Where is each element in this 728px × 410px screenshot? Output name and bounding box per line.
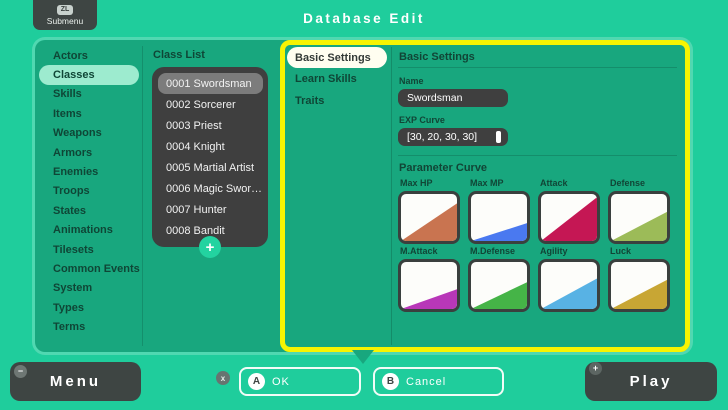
sidebar-item-troops[interactable]: Troops — [35, 182, 142, 201]
m-attack-curve-card[interactable] — [398, 259, 460, 312]
param-label: Luck — [610, 246, 632, 256]
class-item-0006[interactable]: 0006 Magic Swor… — [152, 178, 268, 199]
sidebar-item-states[interactable]: States — [35, 201, 142, 220]
class-item-0005[interactable]: 0005 Martial Artist — [152, 157, 268, 178]
attack-curve-card[interactable] — [538, 191, 600, 244]
sidebar-item-enemies[interactable]: Enemies — [35, 162, 142, 181]
curve-triangle — [611, 211, 667, 241]
name-value: Swordsman — [407, 92, 463, 104]
param-cell-luck: Luck — [608, 244, 670, 312]
b-key-icon: B — [382, 373, 399, 390]
class-list-title: Class List — [153, 49, 205, 61]
x-key-icon[interactable]: x — [216, 371, 230, 385]
exp-curve-field[interactable]: [30, 20, 30, 30] — [398, 128, 508, 146]
menu-label: Menu — [49, 373, 102, 390]
cancel-label: Cancel — [406, 375, 447, 388]
screen: ZL Submenu Database Edit Actors Classes … — [0, 0, 728, 410]
param-label: Defense — [610, 178, 646, 188]
luck-curve-card[interactable] — [608, 259, 670, 312]
defense-curve-card[interactable] — [608, 191, 670, 244]
sidebar-item-classes[interactable]: Classes — [39, 65, 139, 85]
sidebar-item-weapons[interactable]: Weapons — [35, 124, 142, 143]
exp-curve-label: EXP Curve — [399, 115, 445, 125]
class-item-0004[interactable]: 0004 Knight — [152, 136, 268, 157]
curve-triangle — [541, 278, 597, 309]
page-title: Database Edit — [303, 11, 425, 26]
class-item-0007[interactable]: 0007 Hunter — [152, 199, 268, 220]
sidebar-item-system[interactable]: System — [35, 279, 142, 298]
max-mp-curve-card[interactable] — [468, 191, 530, 244]
class-item-0003[interactable]: 0003 Priest — [152, 115, 268, 136]
editor-tabs: Basic Settings Learn Skills Traits — [285, 47, 391, 112]
menu-button[interactable]: Menu — [10, 362, 141, 401]
cancel-button[interactable]: B Cancel — [373, 367, 504, 396]
play-label: Play — [629, 373, 673, 390]
text-cursor — [496, 131, 501, 143]
ok-label: OK — [272, 375, 290, 388]
a-key-icon: A — [248, 373, 265, 390]
sidebar-item-items[interactable]: Items — [35, 104, 142, 123]
minus-key-icon: − — [14, 365, 27, 378]
param-cell-m-attack: M.Attack — [398, 244, 460, 312]
curve-triangle — [401, 289, 457, 309]
play-button[interactable]: Play — [585, 362, 717, 401]
class-item-0001[interactable]: 0001 Swordsman — [158, 73, 263, 94]
basic-settings-pane: Basic Settings Name Swordsman EXP Curve … — [392, 45, 685, 347]
sidebar-item-tilesets[interactable]: Tilesets — [35, 240, 142, 259]
sidebar-item-animations[interactable]: Animations — [35, 221, 142, 240]
add-class-button[interactable]: + — [199, 236, 221, 258]
param-cell-defense: Defense — [608, 176, 670, 244]
class-list-column: Class List 0001 Swordsman 0002 Sorcerer … — [143, 40, 280, 352]
exp-curve-value: [30, 20, 30, 30] — [407, 131, 478, 143]
curve-triangle — [401, 203, 457, 241]
tab-learn-skills[interactable]: Learn Skills — [285, 68, 391, 90]
editor-focus-section: Basic Settings Learn Skills Traits Basic… — [280, 40, 690, 352]
param-label: Agility — [540, 246, 568, 256]
curve-triangle — [541, 197, 597, 241]
class-item-0002[interactable]: 0002 Sorcerer — [152, 94, 268, 115]
sidebar-item-skills[interactable]: Skills — [35, 85, 142, 104]
sidebar-item-terms[interactable]: Terms — [35, 317, 142, 336]
sidebar-item-common-events[interactable]: Common Events — [35, 259, 142, 278]
class-list-panel: 0001 Swordsman 0002 Sorcerer 0003 Priest… — [152, 67, 268, 258]
param-label: Attack — [540, 178, 568, 188]
m-defense-curve-card[interactable] — [468, 259, 530, 312]
param-cell-attack: Attack — [538, 176, 600, 244]
parameter-curve-title: Parameter Curve — [399, 162, 488, 174]
param-cell-agility: Agility — [538, 244, 600, 312]
param-label: Max HP — [400, 178, 433, 188]
param-label: M.Attack — [400, 246, 438, 256]
agility-curve-card[interactable] — [538, 259, 600, 312]
ok-button[interactable]: A OK — [239, 367, 361, 396]
curve-triangle — [611, 279, 667, 309]
category-sidebar: Actors Classes Skills Items Weapons Armo… — [35, 46, 142, 337]
param-label: Max MP — [470, 178, 504, 188]
panel-pointer — [352, 350, 374, 364]
param-cell-max-hp: Max HP — [398, 176, 460, 244]
sidebar-item-actors[interactable]: Actors — [35, 46, 142, 65]
parameter-curve-grid: Max HP Max MP Attack Defense M.Attack M.… — [398, 176, 677, 312]
tab-basic-settings[interactable]: Basic Settings — [287, 47, 387, 68]
sidebar-item-types[interactable]: Types — [35, 298, 142, 317]
database-panel: Actors Classes Skills Items Weapons Armo… — [35, 40, 690, 352]
pane-title: Basic Settings — [398, 49, 677, 68]
name-field[interactable]: Swordsman — [398, 89, 508, 107]
name-label: Name — [399, 76, 424, 86]
plus-key-icon: + — [589, 362, 602, 375]
param-label: M.Defense — [470, 246, 516, 256]
param-cell-m-defense: M.Defense — [468, 244, 530, 312]
tab-traits[interactable]: Traits — [285, 90, 391, 112]
sidebar-item-armors[interactable]: Armors — [35, 143, 142, 162]
section-divider — [398, 155, 677, 156]
curve-triangle — [471, 223, 527, 241]
max-hp-curve-card[interactable] — [398, 191, 460, 244]
curve-triangle — [471, 282, 527, 309]
param-cell-max-mp: Max MP — [468, 176, 530, 244]
